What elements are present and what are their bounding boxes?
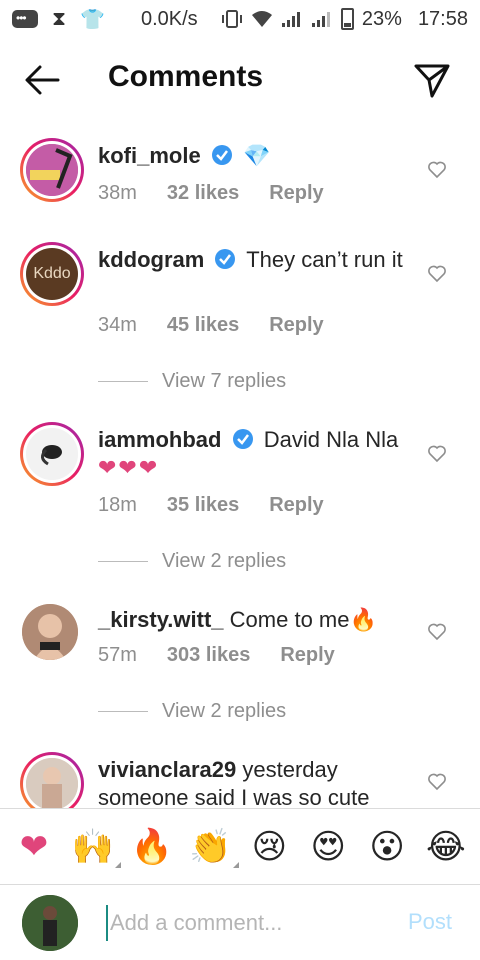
comment-likes[interactable]: 35 likes bbox=[167, 494, 239, 517]
divider-line bbox=[98, 381, 148, 382]
comment-likes[interactable]: 45 likes bbox=[167, 314, 239, 337]
skin-tone-indicator-icon bbox=[232, 861, 239, 868]
comment-content: They can’t run it bbox=[246, 247, 403, 272]
emoji-glyph: 🙌 bbox=[71, 827, 115, 866]
page-title: Comments bbox=[108, 60, 264, 93]
battery-level: 23% bbox=[361, 7, 402, 30]
like-heart-icon[interactable] bbox=[427, 160, 447, 180]
status-bar: ⧗ 👕 0.0K/s 23% 17:58 bbox=[0, 0, 480, 38]
divider-line bbox=[98, 711, 148, 712]
comment-item: vivianclara29 yesterday someone said I w… bbox=[0, 750, 480, 808]
direct-send-icon[interactable] bbox=[412, 60, 452, 100]
comment-likes[interactable]: 303 likes bbox=[167, 644, 250, 667]
comment-content: Come to me🔥 bbox=[229, 607, 377, 632]
view-replies-label: View 7 replies bbox=[162, 370, 287, 392]
emoji-surprised-button[interactable]: 😮 bbox=[363, 830, 411, 864]
header: Comments bbox=[0, 40, 480, 120]
avatar-image bbox=[22, 895, 78, 951]
comment-text: _kirsty.witt_ Come to me🔥 bbox=[98, 606, 408, 634]
message-notification-icon bbox=[12, 10, 38, 28]
skin-tone-indicator-icon bbox=[114, 861, 121, 868]
comment-content: 💎 bbox=[242, 143, 271, 168]
verified-badge-icon bbox=[215, 249, 236, 269]
comment-meta: 38m 32 likes Reply bbox=[98, 182, 324, 205]
avatar-image bbox=[22, 604, 78, 660]
emoji-heart-eyes-button[interactable]: 😍 bbox=[304, 830, 352, 864]
avatar[interactable] bbox=[22, 604, 78, 660]
emoji-quick-bar: ❤ 🙌 🔥 👏 😢 😍 😮 😂 bbox=[0, 808, 480, 884]
wifi-icon bbox=[251, 11, 272, 27]
shirt-icon: 👕 bbox=[80, 8, 105, 31]
comment-input[interactable] bbox=[106, 905, 386, 941]
avatar-logo-text: Kddo bbox=[33, 265, 71, 282]
verified-badge-icon bbox=[211, 145, 232, 165]
avatar-image bbox=[26, 758, 78, 808]
emoji-laughing-button[interactable]: 😂 bbox=[422, 830, 470, 864]
comment-text: vivianclara29 yesterday someone said I w… bbox=[98, 756, 408, 808]
comment-time: 57m bbox=[98, 644, 137, 666]
comment-username[interactable]: kofi_mole bbox=[98, 143, 201, 168]
view-replies-label: View 2 replies bbox=[162, 550, 287, 572]
network-speed: 0.0K/s bbox=[140, 7, 198, 30]
signal-icon-1 bbox=[281, 12, 300, 27]
like-heart-icon[interactable] bbox=[427, 444, 447, 464]
view-replies-button[interactable]: View 2 replies bbox=[98, 550, 286, 573]
reply-button[interactable]: Reply bbox=[269, 314, 323, 337]
reply-button[interactable]: Reply bbox=[269, 182, 323, 205]
emoji-fire-button[interactable]: 🔥 bbox=[128, 830, 176, 864]
verified-badge-icon bbox=[232, 429, 253, 449]
heart-emojis: ❤❤❤ bbox=[98, 455, 160, 480]
comment-text: iammohbad David Nla Nla ❤❤❤ bbox=[98, 426, 408, 482]
like-heart-icon[interactable] bbox=[427, 772, 447, 792]
comment-time: 34m bbox=[98, 314, 137, 336]
status-right: 23% 17:58 bbox=[221, 8, 468, 31]
avatar[interactable]: Kddo bbox=[20, 242, 84, 306]
view-replies-button[interactable]: View 7 replies bbox=[98, 370, 286, 393]
comment-time: 38m bbox=[98, 182, 137, 204]
divider-line bbox=[98, 561, 148, 562]
comment-meta: 18m 35 likes Reply bbox=[98, 494, 324, 517]
emoji-raised-hands-button[interactable]: 🙌 bbox=[69, 827, 121, 868]
vibrate-icon bbox=[221, 10, 242, 28]
avatar[interactable] bbox=[20, 422, 84, 486]
comment-time: 18m bbox=[98, 494, 137, 516]
emoji-clap-button[interactable]: 👏 bbox=[187, 827, 239, 868]
avatar[interactable] bbox=[20, 752, 84, 808]
emoji-crying-button[interactable]: 😢 bbox=[245, 830, 293, 864]
like-heart-icon[interactable] bbox=[427, 622, 447, 642]
comment-meta: 34m 45 likes Reply bbox=[98, 314, 324, 337]
post-button[interactable]: Post bbox=[408, 909, 452, 935]
comment-composer: Post bbox=[0, 884, 480, 960]
comment-username[interactable]: vivianclara29 bbox=[98, 757, 236, 782]
comment-username[interactable]: _kirsty.witt_ bbox=[98, 607, 224, 632]
back-arrow-icon[interactable] bbox=[22, 62, 62, 98]
comment-meta: 57m 303 likes Reply bbox=[98, 644, 335, 667]
hourglass-icon: ⧗ bbox=[52, 7, 67, 30]
avatar-image bbox=[26, 144, 78, 196]
comment-username[interactable]: kddogram bbox=[98, 247, 204, 272]
clock: 17:58 bbox=[417, 7, 468, 30]
comment-username[interactable]: iammohbad bbox=[98, 427, 221, 452]
reply-button[interactable]: Reply bbox=[269, 494, 323, 517]
emoji-glyph: 👏 bbox=[189, 827, 232, 866]
avatar-image bbox=[26, 428, 78, 480]
comment-text: kofi_mole 💎 bbox=[98, 142, 408, 170]
comment-content: David Nla Nla bbox=[263, 427, 399, 452]
status-left: ⧗ 👕 0.0K/s bbox=[12, 7, 198, 32]
avatar[interactable] bbox=[20, 138, 84, 202]
comment-likes[interactable]: 32 likes bbox=[167, 182, 239, 205]
reply-button[interactable]: Reply bbox=[280, 644, 334, 667]
comment-text: kddogram They can’t run it bbox=[98, 246, 408, 274]
current-user-avatar bbox=[22, 895, 78, 951]
like-heart-icon[interactable] bbox=[427, 264, 447, 284]
signal-icon-2 bbox=[311, 12, 330, 27]
view-replies-button[interactable]: View 2 replies bbox=[98, 700, 286, 723]
battery-icon bbox=[340, 8, 354, 30]
view-replies-label: View 2 replies bbox=[162, 700, 287, 722]
emoji-heart-button[interactable]: ❤ bbox=[10, 830, 58, 864]
